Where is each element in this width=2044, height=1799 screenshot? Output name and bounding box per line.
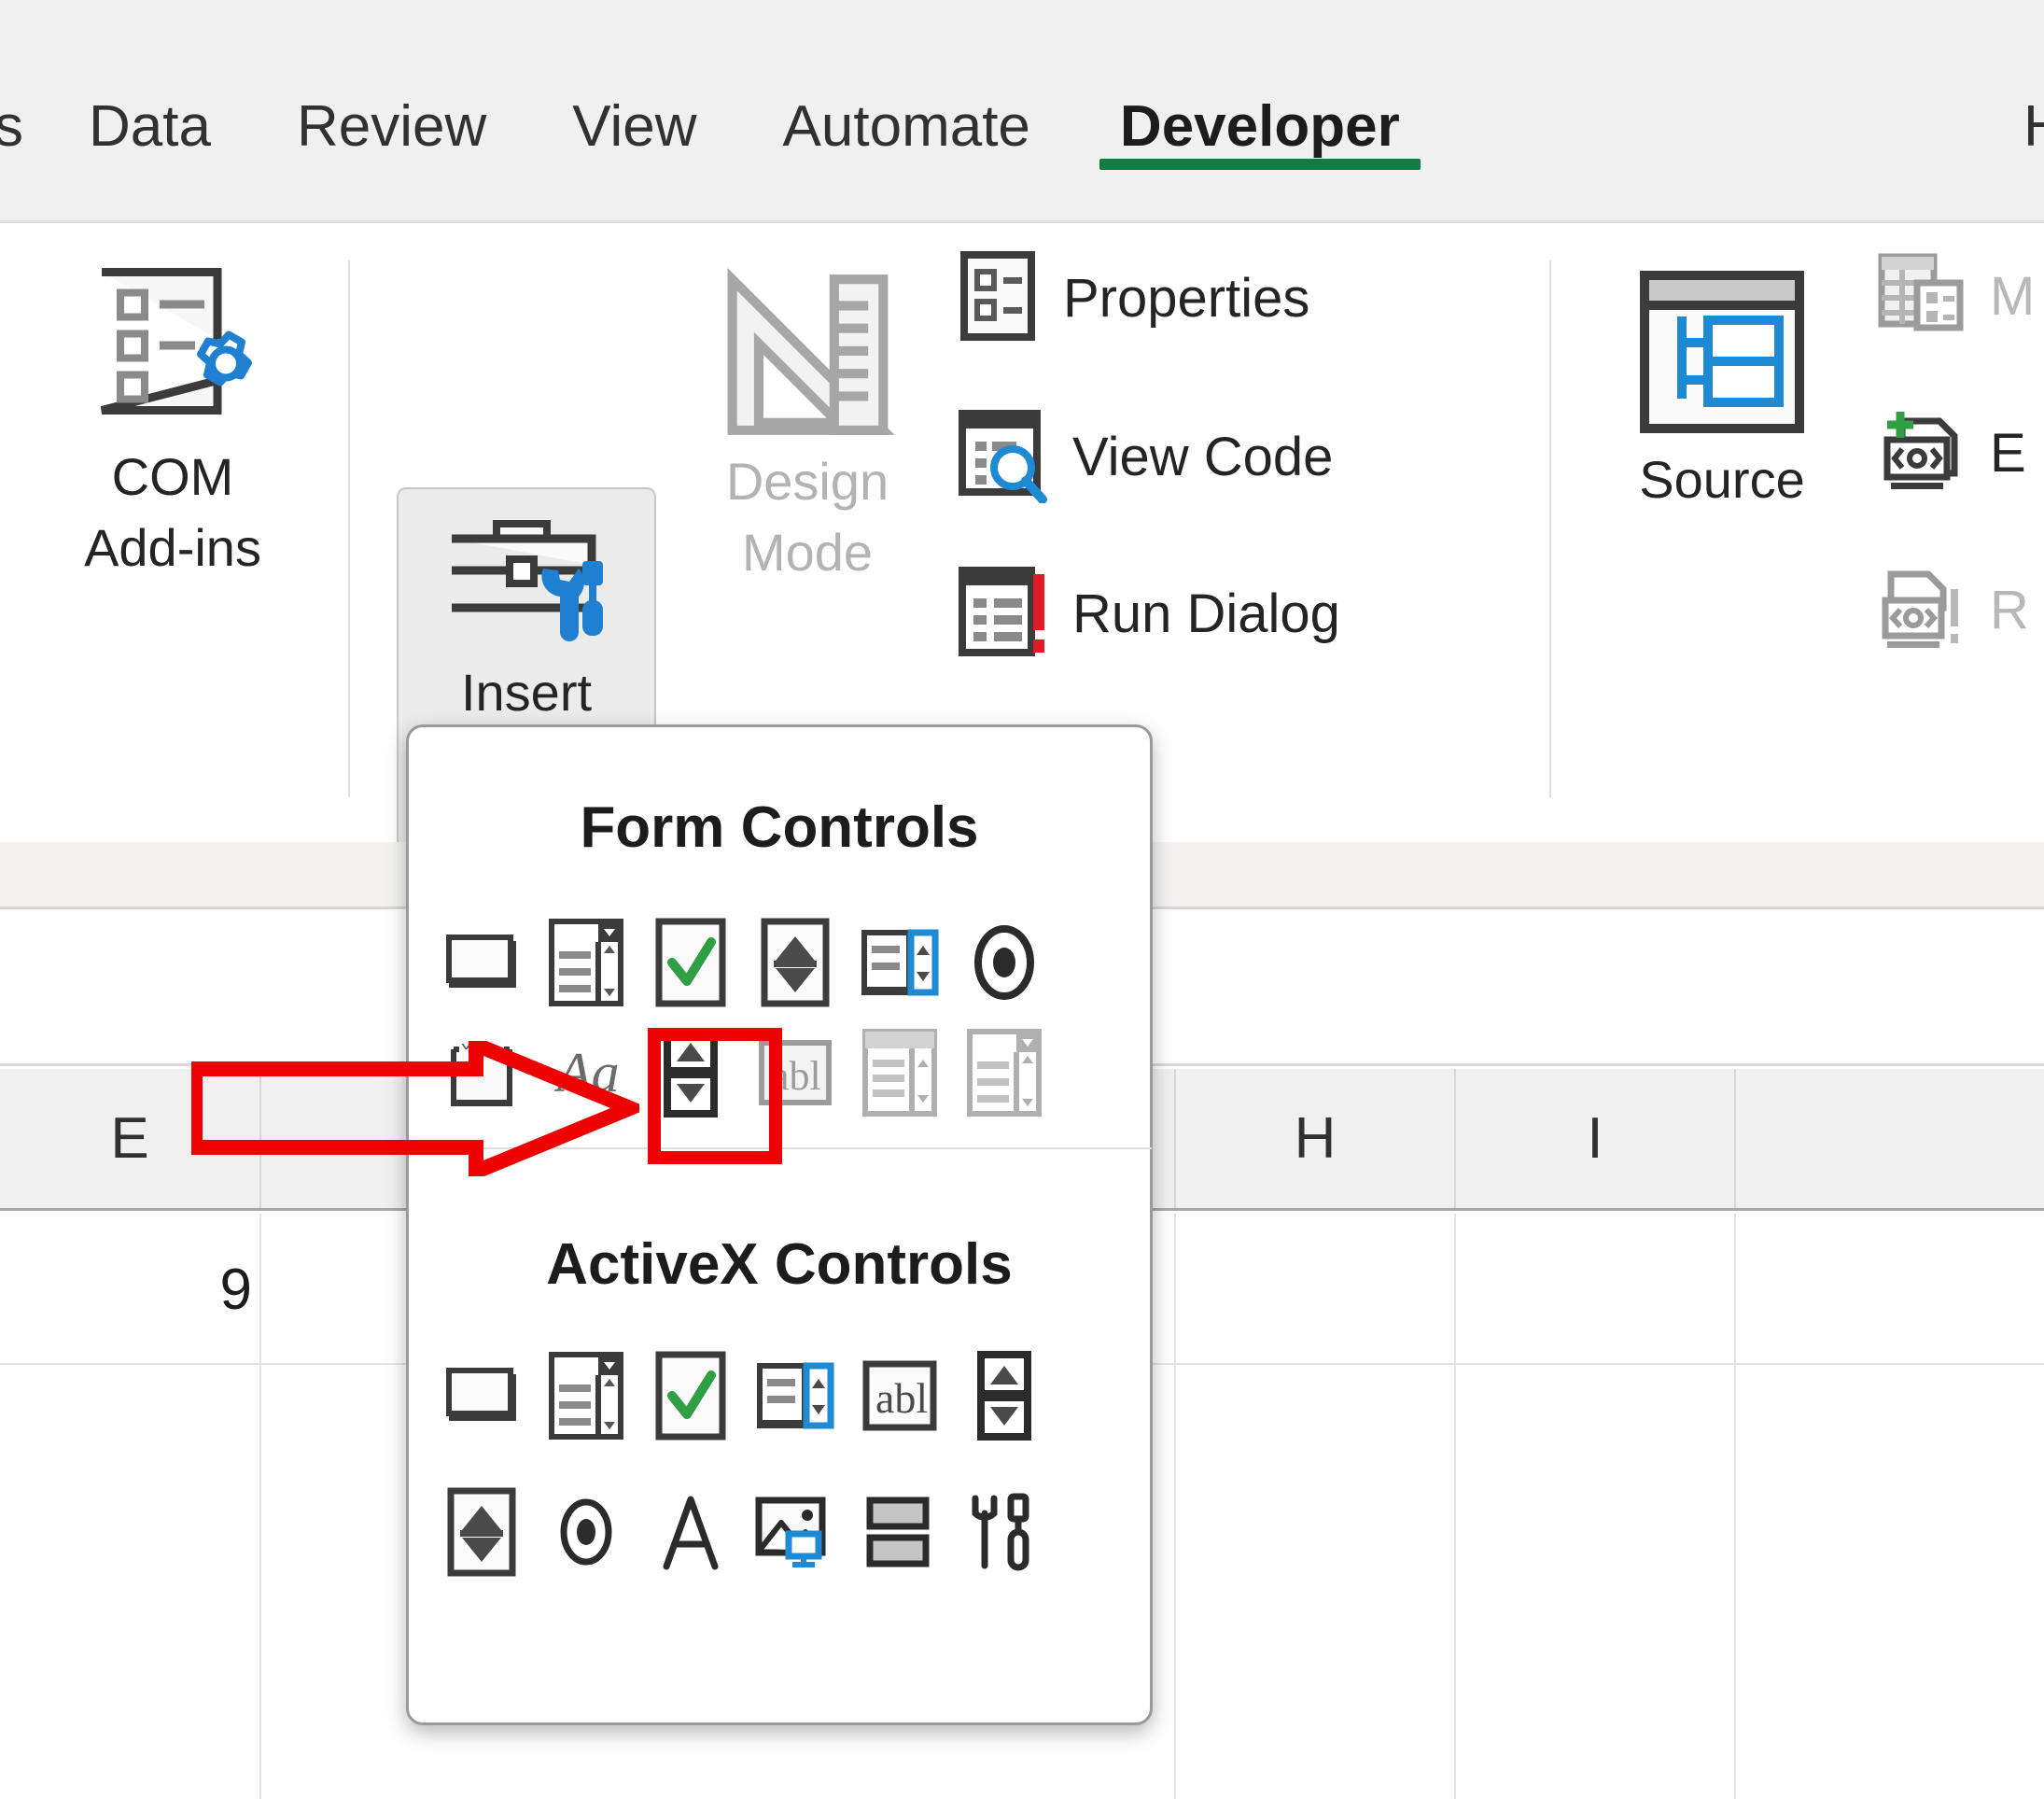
image-activex[interactable]: [743, 1480, 847, 1584]
xml-source-label: Source: [1639, 450, 1805, 509]
svg-text:abl: abl: [875, 1374, 928, 1422]
combination-list-edit-form-control[interactable]: [847, 1020, 952, 1125]
ribbon-tabs: s Data Review View Automate Developer: [0, 72, 1447, 221]
spin-button-activex[interactable]: [952, 1343, 1057, 1448]
design-mode-label-line2: Mode: [741, 523, 874, 582]
combo-box-form-control[interactable]: [534, 910, 638, 1015]
insert-button-label: Insert: [460, 663, 593, 722]
command-button-activex[interactable]: [429, 1343, 534, 1448]
active-tab-underline: [1099, 159, 1421, 170]
excel-window: s Data Review View Automate Developer H: [0, 0, 2044, 1799]
tab-data[interactable]: Data: [46, 72, 254, 182]
map-properties-icon: [1876, 249, 1966, 344]
design-mode-label-line1: Design: [725, 452, 889, 511]
group-box-form-control[interactable]: xyz: [429, 1020, 534, 1125]
grid-column-line: [1454, 1214, 1456, 1799]
expansion-packs-button[interactable]: E: [1876, 406, 2026, 500]
xml-source-button[interactable]: Source: [1587, 264, 1857, 515]
com-addins-label-line2: Add-ins: [84, 518, 261, 577]
spin-button-form-control-row1[interactable]: [743, 910, 847, 1015]
refresh-data-button[interactable]: R: [1876, 563, 2029, 657]
xml-source-icon: [1633, 264, 1811, 444]
column-header-J[interactable]: [1736, 1069, 2044, 1208]
map-properties-label: M: [1990, 266, 2036, 327]
com-addins-label-line1: COM: [111, 447, 234, 506]
svg-text:Aa: Aa: [553, 1042, 620, 1103]
check-box-activex[interactable]: [638, 1343, 743, 1448]
refresh-data-label: R: [1990, 580, 2029, 640]
button-form-control[interactable]: [429, 910, 534, 1015]
design-mode-icon: [717, 264, 899, 446]
option-button-activex[interactable]: [534, 1480, 638, 1584]
annotation-highlight-box: [648, 1028, 782, 1164]
view-code-button[interactable]: View Code: [957, 406, 1333, 508]
view-code-label: View Code: [1072, 427, 1334, 487]
column-header-I[interactable]: I: [1456, 1069, 1736, 1208]
form-controls-heading: Form Controls: [580, 795, 979, 860]
activex-controls-row-1: abl: [429, 1343, 1057, 1448]
text-box-activex[interactable]: abl: [847, 1343, 952, 1448]
tab-clipped[interactable]: s: [0, 72, 46, 182]
tab-automate[interactable]: Automate: [740, 72, 1073, 182]
group-divider-2: [1549, 260, 1551, 797]
com-addins-icon: [79, 264, 266, 442]
properties-icon: [957, 249, 1039, 347]
option-button-form-control[interactable]: [952, 910, 1057, 1015]
run-dialog-icon: [957, 563, 1048, 665]
tab-help-partial[interactable]: H: [2023, 72, 2044, 221]
expansion-packs-icon: [1876, 406, 1966, 500]
expansion-packs-label: E: [1990, 423, 2026, 484]
activex-controls-heading: ActiveX Controls: [546, 1232, 1013, 1297]
grid-column-line: [259, 1214, 261, 1799]
tab-view[interactable]: View: [529, 72, 739, 182]
map-properties-button[interactable]: M: [1876, 249, 2035, 344]
refresh-data-icon: [1876, 563, 1966, 657]
label-activex[interactable]: [638, 1480, 743, 1584]
combination-drop-down-edit-form-control[interactable]: [952, 1020, 1057, 1125]
tab-developer[interactable]: Developer: [1073, 72, 1447, 182]
check-box-form-control[interactable]: [638, 910, 743, 1015]
properties-label: Properties: [1063, 268, 1310, 329]
activex-controls-row-2: [429, 1480, 1057, 1584]
grid-column-line: [1734, 1214, 1736, 1799]
run-dialog-label: Run Dialog: [1072, 583, 1340, 644]
column-header-H[interactable]: H: [1176, 1069, 1456, 1208]
label-form-control[interactable]: Aa: [534, 1020, 638, 1125]
view-code-icon: [957, 406, 1048, 508]
more-controls-activex[interactable]: [952, 1480, 1057, 1584]
scroll-bar-activex[interactable]: [429, 1480, 534, 1584]
list-box-activex[interactable]: [743, 1343, 847, 1448]
com-addins-button[interactable]: COM Add-ins: [19, 264, 327, 583]
column-header-E[interactable]: E: [0, 1069, 261, 1208]
design-mode-button[interactable]: Design Mode: [672, 264, 943, 588]
toggle-button-activex[interactable]: [847, 1480, 952, 1584]
ribbon-tab-strip: s Data Review View Automate Developer H: [0, 0, 2044, 221]
group-divider-1: [348, 260, 350, 797]
tab-review[interactable]: Review: [254, 72, 529, 182]
combo-box-activex[interactable]: [534, 1343, 638, 1448]
properties-button[interactable]: Properties: [957, 249, 1309, 347]
cell-value[interactable]: 9: [0, 1244, 252, 1337]
run-dialog-button[interactable]: Run Dialog: [957, 563, 1340, 665]
insert-controls-icon: [435, 503, 618, 657]
grid-column-line: [1174, 1214, 1176, 1799]
insert-controls-dropdown: Form Controls xyz Aa abl ActiveX Control…: [406, 724, 1153, 1725]
list-box-form-control[interactable]: [847, 910, 952, 1015]
form-controls-row-1: [429, 910, 1057, 1015]
